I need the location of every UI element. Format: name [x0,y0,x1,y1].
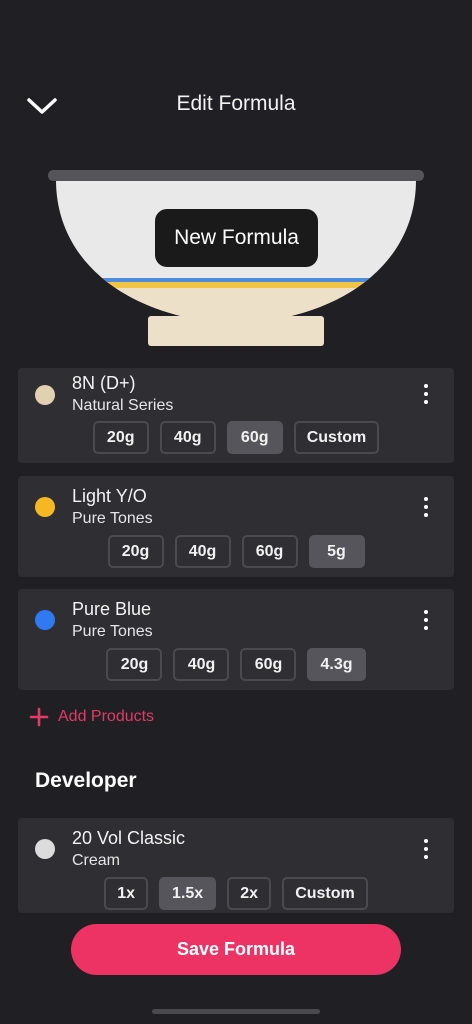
amount-chip[interactable]: 20g [92,421,149,454]
developer-name: 20 Vol Classic [72,828,186,848]
amount-chip[interactable]: 60g [241,535,298,568]
amount-chip[interactable]: 40g [173,648,230,681]
amount-options: 20g 40g 60g 4.3g [18,648,454,681]
product-series: Pure Tones [72,623,153,640]
ratio-chip-selected[interactable]: 1.5x [159,877,217,910]
product-card: 8N (D+) Natural Series 20g 40g 60g Custo… [18,368,454,463]
amount-options: 20g 40g 60g Custom [18,421,454,454]
amount-options: 20g 40g 60g 5g [18,535,454,568]
developer-type: Cream [72,852,121,869]
product-name: 8N (D+) [72,373,136,393]
developer-section-title: Developer [35,769,137,792]
product-series: Pure Tones [72,510,153,527]
home-indicator[interactable] [152,1009,320,1014]
amount-chip[interactable]: 60g [240,648,297,681]
formula-name-badge[interactable]: New Formula [155,209,318,267]
add-products-label: Add Products [58,708,155,725]
page-title: Edit Formula [176,92,296,115]
plus-icon [29,707,49,727]
color-swatch [35,839,55,859]
amount-chip[interactable]: 20g [106,648,163,681]
more-options-icon[interactable] [416,382,436,406]
more-options-icon[interactable] [416,495,436,519]
amount-chip[interactable]: 40g [159,421,216,454]
save-formula-button[interactable]: Save Formula [71,924,401,975]
product-name: Pure Blue [72,599,152,619]
color-swatch [35,497,55,517]
more-options-icon[interactable] [416,608,436,632]
amount-chip-selected[interactable]: 60g [226,421,283,454]
more-options-icon[interactable] [416,837,436,861]
add-products-button[interactable]: Add Products [28,706,154,728]
amount-chip[interactable]: 40g [174,535,231,568]
color-swatch [35,610,55,630]
ratio-chip[interactable]: 1x [104,877,149,910]
amount-chip-custom[interactable]: Custom [293,421,380,454]
ratio-options: 1x 1.5x 2x Custom [18,877,454,910]
amount-chip-selected[interactable]: 4.3g [307,648,366,681]
ratio-chip-custom[interactable]: Custom [282,877,368,910]
product-card: Pure Blue Pure Tones 20g 40g 60g 4.3g [18,589,454,690]
ratio-chip[interactable]: 2x [227,877,272,910]
color-swatch [35,385,55,405]
product-name: Light Y/O [72,486,147,506]
amount-chip[interactable]: 20g [107,535,164,568]
product-card: Light Y/O Pure Tones 20g 40g 60g 5g [18,476,454,577]
header: Edit Formula [0,0,472,150]
mixing-bowl: New Formula [46,166,426,352]
amount-chip-selected[interactable]: 5g [308,535,365,568]
developer-card: 20 Vol Classic Cream 1x 1.5x 2x Custom [18,818,454,913]
product-series: Natural Series [72,397,174,414]
